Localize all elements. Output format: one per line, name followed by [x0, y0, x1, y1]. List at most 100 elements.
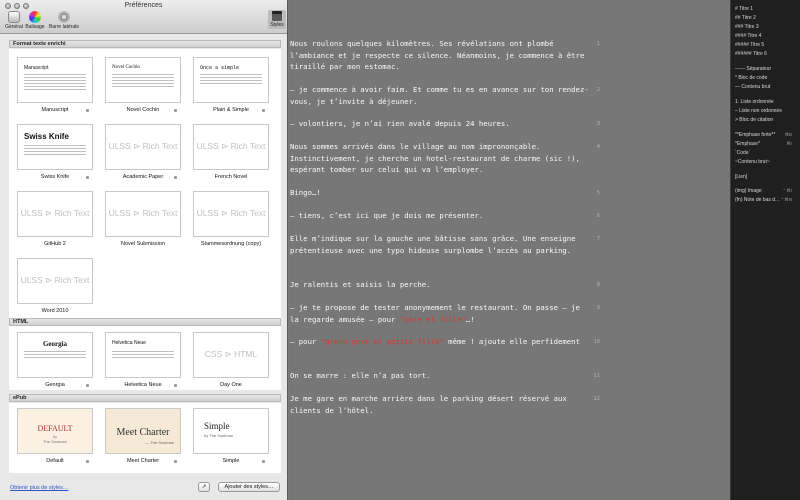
preferences-window: Préférences Général Balisage Barre latér…: [0, 0, 288, 500]
lock-icon: [174, 384, 177, 387]
thumb-placeholder: CSS ⊳ HTML: [204, 349, 258, 359]
thumb-byline: — The Soulman: [145, 440, 174, 445]
toolbar-label: Balisage: [25, 24, 45, 30]
style-tile-word-2010[interactable]: ULSS ⊳ Rich Text Word 2010: [17, 258, 93, 315]
get-more-styles-link[interactable]: Obtenir plus de styles…: [10, 485, 68, 491]
thumb-placeholder: ULSS ⊳ Rich Text: [196, 208, 266, 218]
sidebar-item-heading-1[interactable]: # Titre 1: [735, 6, 753, 12]
sidebar-item-raw-content[interactable]: — Contenu brut: [735, 84, 770, 90]
sidebar-item-strong[interactable]: **Emphase forte** ⌘B: [735, 132, 796, 138]
style-tile-manuscript[interactable]: Manuscript Manuscript: [17, 57, 93, 114]
line-number: 1: [596, 41, 600, 47]
thumb-placeholder: ULSS ⊳ Rich Text: [108, 141, 178, 151]
style-thumbnail: ULSS ⊳ Rich Text: [105, 124, 181, 170]
styles-list: Format texte enrichi Manuscript Manuscri…: [9, 38, 281, 478]
style-name: Plain & Simple: [213, 107, 249, 113]
sidebar-item-emphasis[interactable]: *Emphase* ⌘I: [735, 141, 796, 147]
line-number: 11: [593, 373, 600, 379]
style-tile-novel-submission[interactable]: ULSS ⊳ Rich Text Novel Submission: [105, 191, 181, 248]
thumb-title: Simple: [204, 421, 230, 431]
toolbar-colors-button[interactable]: Balisage: [24, 11, 46, 30]
line-number: 9: [596, 305, 600, 311]
paragraph: Elle m’indique sur la gauche une bâtisse…: [290, 234, 576, 255]
sidebar-item-heading-5[interactable]: ##### Titre 5: [735, 42, 764, 48]
lock-icon: [86, 109, 89, 112]
thumb-text-lines: [112, 351, 174, 360]
sidebar-item-heading-2[interactable]: ## Titre 2: [735, 15, 756, 21]
export-style-button[interactable]: ↗: [198, 482, 210, 492]
style-tile-novel-cochin[interactable]: Novel Cochin Novel Cochin: [105, 57, 181, 114]
paragraph: – tiens, c’est ici que je dois me présen…: [290, 211, 484, 220]
thumb-text-lines: [24, 351, 86, 360]
toolbar-styles-button[interactable]: Styles: [268, 10, 286, 29]
sidebar-item-code-block[interactable]: * Bloc de code: [735, 75, 767, 81]
warning-icon: [174, 176, 177, 179]
paragraph: Bingo…!: [290, 188, 321, 197]
style-tile-github-2[interactable]: ULSS ⊳ Rich Text GitHub 2: [17, 191, 93, 248]
style-name: French Novel: [214, 174, 248, 180]
thumb-placeholder: ULSS ⊳ Rich Text: [108, 208, 178, 218]
sidebar-item-blockquote[interactable]: > Bloc de citation: [735, 117, 773, 123]
paragraph: – je te propose de tester anonymement le…: [290, 303, 580, 324]
line-number: 5: [596, 190, 600, 196]
line-number: 7: [596, 236, 600, 242]
style-thumbnail: ULSS ⊳ Rich Text: [17, 191, 93, 237]
style-tile-meet-charter[interactable]: Meet Charter — The Soulman Meet Charter: [105, 408, 181, 465]
style-tile-swiss-knife[interactable]: Swiss Knife Swiss Knife: [17, 124, 93, 181]
style-tile-helvetica-neue[interactable]: Helvetica Neue Helvetica Neue: [105, 332, 181, 389]
style-thumbnail: ULSS ⊳ Rich Text: [17, 258, 93, 304]
style-tile-simple[interactable]: Simple by The Soulman Simple: [193, 408, 269, 465]
sidebar-item-code[interactable]: `Code`: [735, 150, 750, 156]
style-tile-plain-simple[interactable]: Once a simple Plain & Simple: [193, 57, 269, 114]
add-styles-button[interactable]: Ajouter des styles…: [218, 482, 280, 492]
line-number: 6: [596, 213, 600, 219]
sidebar-item-link[interactable]: [Lien]: [735, 174, 747, 180]
section-html: Georgia Georgia Helvetica Neue Helvetica…: [9, 327, 281, 390]
thumb-title: Georgia: [42, 340, 68, 348]
style-thumbnail: Novel Cochin: [105, 57, 181, 103]
style-thumbnail: ULSS ⊳ Rich Text: [193, 191, 269, 237]
sidebar-item-heading-4[interactable]: #### Titre 4: [735, 33, 761, 39]
thumb-text-lines: [24, 74, 86, 92]
style-tile-french-novel[interactable]: ULSS ⊳ Rich Text French Novel: [193, 124, 269, 181]
paragraph: – volontiers, je n’ai rien avalé depuis …: [290, 119, 510, 128]
toolbar-sidebar-button[interactable]: Barre latérale: [48, 11, 80, 30]
style-tile-day-one[interactable]: CSS ⊳ HTML Day One: [193, 332, 269, 389]
sidebar-item-ordered-list[interactable]: 1. Liste ordonnée: [735, 99, 774, 105]
color-wheel-icon: [29, 11, 41, 23]
style-thumbnail: Once a simple: [193, 57, 269, 103]
editor-pane[interactable]: Nous roulons quelques kilomètres. Ses ré…: [289, 0, 730, 500]
sidebar-item-footnote[interactable]: (fn) Note de bas d… ⌃⌘N: [735, 197, 796, 203]
toolbar-general-button[interactable]: Général: [4, 11, 24, 30]
thumb-title: Meet Charter: [116, 427, 170, 438]
style-name: Academic Paper: [122, 174, 164, 180]
highlight-text: "père et fille": [399, 314, 466, 324]
sidebar-item-separator[interactable]: ------ Séparateur: [735, 66, 771, 72]
style-tile-stammesordnung[interactable]: ULSS ⊳ Rich Text Stammesordnung (copy): [193, 191, 269, 248]
thumb-title: Manuscript: [24, 65, 49, 71]
sidebar-item-heading-6[interactable]: ###### Titre 6: [735, 51, 767, 57]
style-name: Novel Cochin: [126, 107, 160, 113]
thumb-placeholder: ULSS ⊳ Rich Text: [20, 275, 90, 285]
lock-icon: [262, 109, 265, 112]
section-header-html: HTML: [9, 318, 281, 326]
sidebar-item-image[interactable]: (img) Image ⌃⌘I: [735, 188, 796, 194]
line-number: 8: [596, 282, 600, 288]
style-tile-default[interactable]: DEFAULT by The Soulman Default: [17, 408, 93, 465]
style-name: Simple: [222, 458, 240, 464]
sidebar-item-heading-3[interactable]: ### Titre 3: [735, 24, 759, 30]
lock-icon: [86, 460, 89, 463]
sidebar-item-unordered-list[interactable]: – Liste non ordonnée: [735, 108, 782, 114]
thumb-title: DEFAULT: [37, 424, 73, 433]
lock-icon: [174, 109, 177, 112]
style-name: Novel Submission: [120, 241, 166, 247]
toolbar-label: Général: [5, 24, 23, 30]
style-tile-georgia[interactable]: Georgia Georgia: [17, 332, 93, 389]
style-tile-academic-paper[interactable]: ULSS ⊳ Rich Text Academic Paper: [105, 124, 181, 181]
lock-icon: [174, 460, 177, 463]
paragraph: On se marre : elle n’a pas tort.: [290, 371, 431, 380]
sidebar-item-raw-inline[interactable]: ~Contenu brut~: [735, 159, 770, 165]
thumb-placeholder: ULSS ⊳ Rich Text: [20, 208, 90, 218]
paragraph: Nous sommes arrivés dans le village au n…: [290, 142, 580, 174]
highlight-text: "grand-père et petite fille": [320, 337, 444, 346]
